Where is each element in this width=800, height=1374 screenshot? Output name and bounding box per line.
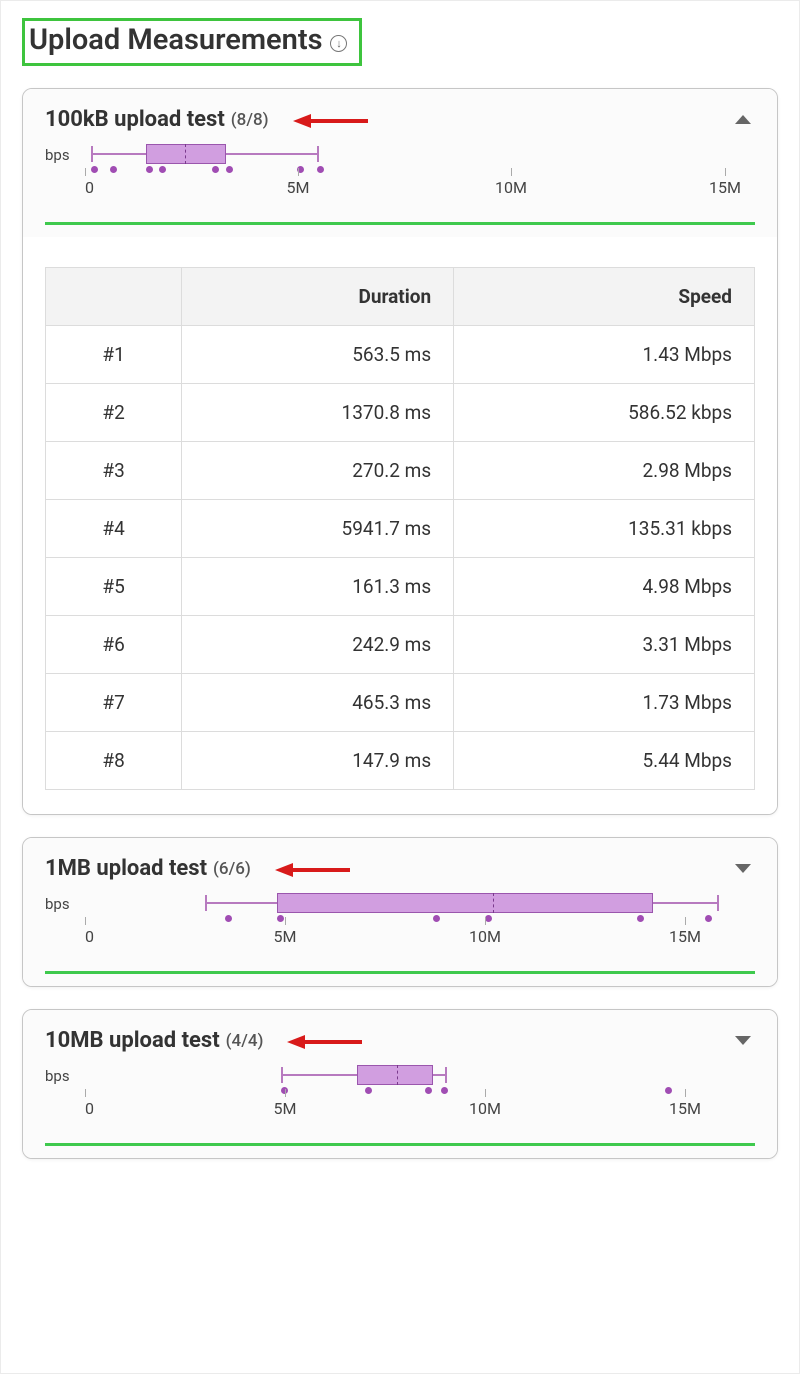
table-header-row: Duration Speed	[46, 268, 755, 326]
table-row: #6 242.9 ms 3.31 Mbps	[46, 616, 755, 674]
test-card-1mb: 1MB upload test (6/6) bps	[22, 837, 778, 987]
test-card-100kb: 100kB upload test (8/8) bps	[22, 88, 778, 815]
table-row: #4 5941.7 ms 135.31 kbps	[46, 500, 755, 558]
cell-speed: 1.43 Mbps	[454, 326, 755, 384]
cell-duration: 5941.7 ms	[182, 500, 454, 558]
table-row: #8 147.9 ms 5.44 Mbps	[46, 732, 755, 790]
card-header[interactable]: 1MB upload test (6/6) bps	[23, 838, 777, 986]
cell-speed: 1.73 Mbps	[454, 674, 755, 732]
axis-tick: 15M	[709, 178, 741, 197]
cell-duration: 270.2 ms	[182, 442, 454, 500]
page-title-highlight: Upload Measurements ↓	[22, 18, 362, 66]
boxplot-axis-label: bps	[45, 895, 70, 913]
boxplot-1mb: bps	[45, 889, 755, 957]
boxplot-axis: 0 5M 10M 15M	[85, 1099, 725, 1129]
cell-speed: 3.31 Mbps	[454, 616, 755, 674]
boxplot-axis: 0 5M 10M 15M	[85, 927, 725, 957]
axis-tick: 0	[85, 927, 94, 946]
boxplot-axis-label: bps	[45, 1067, 70, 1085]
card-count: (8/8)	[231, 110, 269, 130]
col-header-speed: Speed	[454, 268, 755, 326]
axis-tick: 10M	[469, 927, 501, 946]
col-header-duration: Duration	[182, 268, 454, 326]
axis-tick: 10M	[469, 1099, 501, 1118]
axis-tick: 10M	[495, 178, 527, 197]
boxplot-100kb: bps	[45, 140, 755, 208]
table-row: #2 1370.8 ms 586.52 kbps	[46, 384, 755, 442]
cell-duration: 465.3 ms	[182, 674, 454, 732]
table-row: #5 161.3 ms 4.98 Mbps	[46, 558, 755, 616]
table-row: #3 270.2 ms 2.98 Mbps	[46, 442, 755, 500]
divider-accent	[45, 971, 755, 974]
boxplot-area	[85, 1061, 725, 1097]
cell-speed: 586.52 kbps	[454, 384, 755, 442]
axis-tick: 15M	[669, 927, 701, 946]
chevron-down-icon[interactable]	[735, 864, 751, 873]
boxplot-axis-label: bps	[45, 146, 70, 164]
annotation-arrow-icon	[293, 113, 363, 127]
cell-index: #1	[46, 326, 182, 384]
annotation-arrow-icon	[275, 862, 345, 876]
card-body: Duration Speed #1 563.5 ms 1.43 Mbps #2 …	[23, 237, 777, 814]
chevron-down-icon[interactable]	[735, 1036, 751, 1045]
page-frame: Upload Measurements ↓ 100kB upload test …	[0, 0, 800, 1374]
boxplot-area	[85, 140, 725, 176]
cell-index: #2	[46, 384, 182, 442]
cell-speed: 135.31 kbps	[454, 500, 755, 558]
card-title-row: 10MB upload test (4/4)	[45, 1028, 755, 1053]
cell-speed: 5.44 Mbps	[454, 732, 755, 790]
card-title-row: 100kB upload test (8/8)	[45, 107, 755, 132]
table-row: #1 563.5 ms 1.43 Mbps	[46, 326, 755, 384]
cell-index: #4	[46, 500, 182, 558]
chevron-up-icon[interactable]	[735, 115, 751, 124]
cell-speed: 2.98 Mbps	[454, 442, 755, 500]
card-header[interactable]: 100kB upload test (8/8) bps	[23, 89, 777, 237]
card-count: (4/4)	[226, 1031, 264, 1051]
card-title: 100kB upload test	[45, 107, 225, 132]
card-count: (6/6)	[213, 859, 251, 879]
axis-tick: 0	[85, 178, 94, 197]
divider-accent	[45, 1143, 755, 1146]
cell-duration: 1370.8 ms	[182, 384, 454, 442]
annotation-arrow-icon	[287, 1034, 357, 1048]
cell-speed: 4.98 Mbps	[454, 558, 755, 616]
axis-tick: 5M	[287, 178, 310, 197]
page-title: Upload Measurements	[29, 23, 322, 57]
info-icon[interactable]: ↓	[330, 35, 347, 52]
test-card-10mb: 10MB upload test (4/4) bps	[22, 1009, 778, 1159]
measurements-table: Duration Speed #1 563.5 ms 1.43 Mbps #2 …	[45, 267, 755, 790]
divider-accent	[45, 222, 755, 225]
axis-tick: 15M	[669, 1099, 701, 1118]
boxplot-area	[85, 889, 725, 925]
cell-duration: 563.5 ms	[182, 326, 454, 384]
cell-duration: 147.9 ms	[182, 732, 454, 790]
table-row: #7 465.3 ms 1.73 Mbps	[46, 674, 755, 732]
cell-duration: 161.3 ms	[182, 558, 454, 616]
cell-index: #5	[46, 558, 182, 616]
card-title: 1MB upload test	[45, 856, 207, 881]
boxplot-axis: 0 5M 10M 15M	[85, 178, 725, 208]
axis-tick: 5M	[274, 927, 297, 946]
cell-index: #7	[46, 674, 182, 732]
axis-tick: 5M	[274, 1099, 297, 1118]
card-title: 10MB upload test	[45, 1028, 220, 1053]
cell-duration: 242.9 ms	[182, 616, 454, 674]
axis-tick: 0	[85, 1099, 94, 1118]
col-header-index	[46, 268, 182, 326]
cell-index: #6	[46, 616, 182, 674]
card-header[interactable]: 10MB upload test (4/4) bps	[23, 1010, 777, 1158]
card-title-row: 1MB upload test (6/6)	[45, 856, 755, 881]
cell-index: #3	[46, 442, 182, 500]
cell-index: #8	[46, 732, 182, 790]
boxplot-10mb: bps	[45, 1061, 755, 1129]
